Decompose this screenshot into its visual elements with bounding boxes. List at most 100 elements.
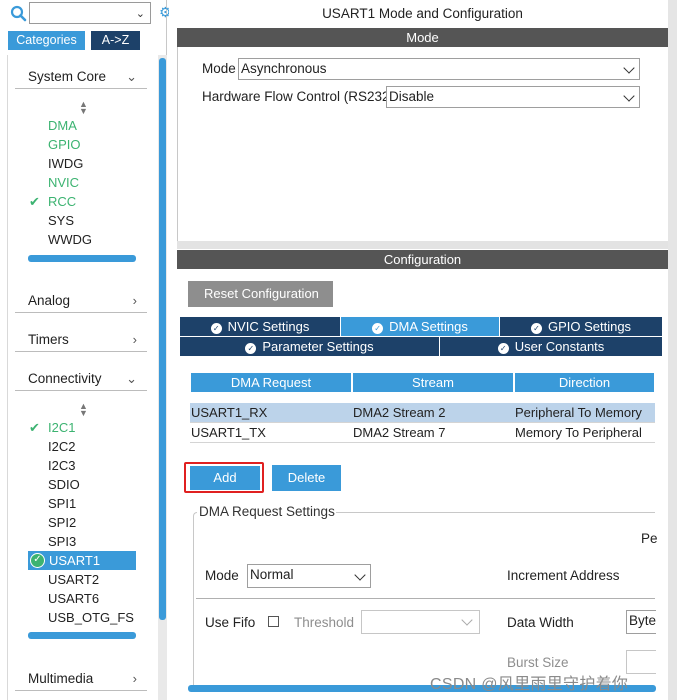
sidebar-item-i2c1[interactable]: ✔ I2C1 (27, 418, 142, 437)
sidebar-item-iwdg[interactable]: IWDG (27, 154, 142, 173)
table-cell-stream[interactable]: DMA2 Stream 7 (352, 423, 512, 442)
section-analog[interactable]: Analog › (15, 289, 147, 313)
sidebar-item-i2c3[interactable]: I2C3 (27, 456, 142, 475)
right-scrollbar-track[interactable] (668, 0, 677, 700)
sidebar-item-spi3[interactable]: SPI3 (27, 532, 142, 551)
delete-button[interactable]: Delete (272, 465, 341, 491)
tab-label: DMA Settings (389, 319, 468, 334)
sidebar-item-i2c2[interactable]: I2C2 (27, 437, 142, 456)
table-cell-stream[interactable]: DMA2 Stream 2 (352, 403, 512, 422)
data-width-select[interactable]: Byte (626, 610, 656, 634)
use-fifo-checkbox[interactable] (268, 616, 279, 627)
vertical-scrollbar-thumb[interactable] (159, 58, 166, 620)
table-cell-request[interactable]: USART1_TX (190, 423, 350, 442)
increment-address-label: Increment Address (507, 568, 620, 583)
item-label: GPIO (48, 137, 81, 152)
section-timers[interactable]: Timers › (15, 328, 147, 352)
search-select[interactable]: ⌄ (29, 2, 151, 24)
threshold-label: Threshold (294, 615, 355, 630)
mode-band: Mode (177, 28, 668, 47)
gear-icon[interactable]: ⚙ (159, 4, 169, 20)
table-cell-direction[interactable]: Peripheral To Memory (514, 403, 655, 422)
data-width-value: Byte (629, 613, 657, 628)
watermark: CSDN @风里雨里守护着你 (430, 676, 629, 693)
tab-a-to-z[interactable]: A->Z (91, 31, 140, 50)
flow-control-select[interactable]: Disable (386, 86, 640, 108)
check-circle-icon: ✓ (245, 343, 257, 354)
sidebar-item-spi2[interactable]: SPI2 (27, 513, 142, 532)
check-circle-icon: ✓ (372, 323, 384, 334)
item-label: SYS (48, 213, 75, 228)
item-label: USART6 (48, 591, 100, 606)
item-label: SPI2 (48, 515, 77, 530)
chevron-down-icon (461, 614, 473, 626)
chevron-down-icon: ⌄ (135, 8, 145, 20)
section-multimedia[interactable]: Multimedia › (15, 667, 147, 691)
table-cell-direction[interactable]: Memory To Peripheral (514, 423, 655, 442)
reset-configuration-button[interactable]: Reset Configuration (188, 281, 333, 307)
column-header-direction[interactable]: Direction (515, 373, 654, 392)
sidebar-item-usb-otg-fs[interactable]: USB_OTG_FS (27, 608, 142, 627)
chevron-down-icon: ⌄ (126, 69, 137, 84)
sidebar-item-usart1[interactable]: ✓ USART1 (28, 551, 136, 570)
item-label: SDIO (48, 477, 80, 492)
chevron-down-icon (354, 569, 366, 581)
burst-size-label: Burst Size (507, 655, 569, 670)
horizontal-scrollbar[interactable] (28, 632, 136, 639)
sidebar-item-usart2[interactable]: USART2 (27, 570, 142, 589)
dma-mode-select[interactable]: Normal (247, 564, 371, 588)
threshold-select[interactable] (361, 610, 480, 634)
sidebar-item-nvic[interactable]: NVIC (27, 173, 142, 192)
tab-parameter-settings[interactable]: ✓ Parameter Settings (180, 337, 439, 356)
sidebar-item-sdio[interactable]: SDIO (27, 475, 142, 494)
item-label: SPI3 (48, 534, 77, 549)
tab-gpio-settings[interactable]: ✓ GPIO Settings (500, 317, 662, 336)
tab-label: NVIC Settings (227, 319, 310, 334)
tab-dma-settings[interactable]: ✓ DMA Settings (341, 317, 499, 336)
flow-control-label: Hardware Flow Control (RS232) (202, 89, 395, 104)
horizontal-scrollbar[interactable] (28, 255, 136, 262)
tab-label: GPIO Settings (547, 319, 632, 334)
add-button[interactable]: Add (190, 466, 260, 490)
chevron-right-icon: › (132, 671, 137, 686)
sidebar-item-sys[interactable]: SYS (27, 211, 142, 230)
check-circle-icon: ✓ (210, 323, 222, 334)
sidebar-item-rcc[interactable]: ✔ RCC (27, 192, 142, 211)
column-header-dma-request[interactable]: DMA Request (191, 373, 351, 392)
column-header-stream[interactable]: Stream (353, 373, 513, 392)
dma-mode-label: Mode (205, 568, 239, 583)
search-icon[interactable] (10, 5, 28, 23)
sort-icon[interactable]: ▲ ▼ (79, 100, 88, 116)
tab-nvic-settings[interactable]: ✓ NVIC Settings (180, 317, 340, 336)
use-fifo-label: Use Fifo (205, 615, 256, 630)
section-system-core[interactable]: System Core ⌄ (15, 65, 147, 89)
dma-mode-value: Normal (250, 567, 294, 582)
mode-value: Asynchronous (241, 61, 327, 76)
page-title: USART1 Mode and Configuration (177, 0, 668, 28)
burst-size-select[interactable] (626, 650, 656, 674)
configuration-band: Configuration (177, 250, 668, 269)
item-label: WWDG (48, 232, 93, 247)
fieldset-corner (193, 512, 197, 520)
divider (196, 598, 655, 599)
chevron-down-icon: ⌄ (126, 371, 137, 386)
fieldset-border (193, 520, 194, 690)
table-cell-request[interactable]: USART1_RX (190, 403, 350, 422)
splitter[interactable] (177, 241, 668, 249)
check-circle-icon: ✓ (497, 343, 509, 354)
sidebar-item-gpio[interactable]: GPIO (27, 135, 142, 154)
section-label: Multimedia (28, 671, 94, 686)
sort-icon[interactable]: ▲ ▼ (79, 402, 88, 418)
mode-select[interactable]: Asynchronous (238, 58, 640, 80)
tab-categories[interactable]: Categories (8, 31, 85, 50)
check-circle-icon: ✓ (30, 553, 45, 568)
sidebar-item-wwdg[interactable]: WWDG (27, 230, 142, 249)
tab-user-constants[interactable]: ✓ User Constants (440, 337, 662, 356)
sidebar-item-usart6[interactable]: USART6 (27, 589, 142, 608)
section-connectivity[interactable]: Connectivity ⌄ (15, 367, 147, 391)
chevron-right-icon: › (132, 293, 137, 308)
sidebar-item-spi1[interactable]: SPI1 (27, 494, 142, 513)
sidebar-item-dma[interactable]: DMA (27, 116, 142, 135)
item-label: USART1 (49, 553, 101, 568)
dma-request-settings-title: DMA Request Settings (198, 504, 336, 519)
